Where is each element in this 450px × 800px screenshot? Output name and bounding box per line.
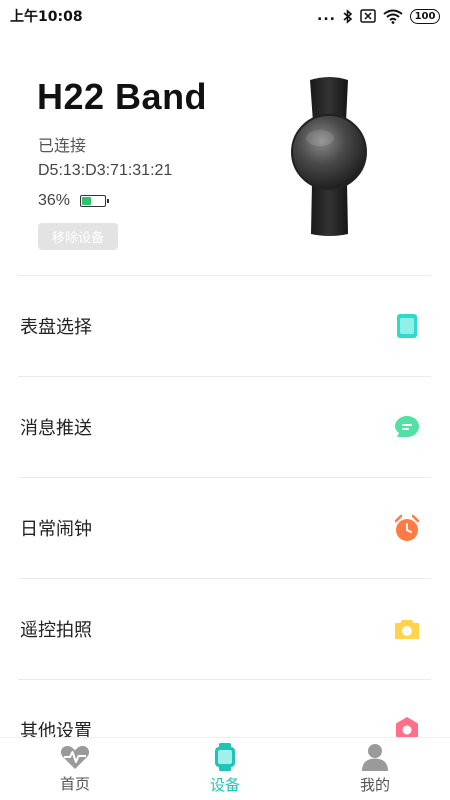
bluetooth-icon (343, 8, 353, 24)
settings-menu: 表盘选择 消息推送 日常闹钟 遥控拍照 其他设置 (18, 275, 431, 780)
camera-icon (393, 615, 421, 643)
battery-level-fill (82, 197, 91, 205)
band-device-image (291, 77, 367, 236)
menu-item-message-push[interactable]: 消息推送 (18, 376, 431, 477)
status-time: 上午10:08 (10, 9, 83, 25)
menu-item-label: 表盘选择 (20, 317, 92, 338)
device-header: H22 Band 已连接 D5:13:D3:71:31:21 36% 移除设备 (0, 32, 450, 275)
tab-mine[interactable]: 我的 (300, 738, 450, 800)
menu-item-label: 遥控拍照 (20, 620, 92, 641)
watch-icon (215, 743, 235, 771)
tab-device[interactable]: 设备 (150, 738, 300, 800)
bottom-tab-bar: 首页 设备 我的 (0, 737, 450, 800)
wifi-icon (383, 9, 403, 24)
tab-label: 我的 (359, 776, 390, 794)
battery-icon (80, 195, 110, 207)
menu-item-remote-camera[interactable]: 遥控拍照 (18, 578, 431, 679)
device-battery: 36% (38, 192, 110, 210)
device-name: H22 Band (37, 76, 208, 117)
tab-home[interactable]: 首页 (0, 738, 150, 800)
battery-percent: 36% (38, 192, 71, 209)
device-page: 上午10:08 ... 100 H22 Band 已连接 D5:13:D3:71… (0, 0, 450, 800)
battery-indicator: 100 (410, 8, 440, 24)
menu-item-alarm[interactable]: 日常闹钟 (18, 477, 431, 578)
alarm-clock-icon (393, 514, 421, 542)
no-sim-icon (360, 9, 376, 23)
status-icons: ... 100 (317, 8, 440, 24)
person-icon (362, 744, 388, 771)
menu-item-label: 消息推送 (20, 418, 92, 439)
watch-face-icon (393, 312, 421, 340)
message-icon (393, 413, 421, 441)
menu-item-label: 日常闹钟 (20, 519, 92, 540)
remove-device-button[interactable]: 移除设备 (38, 223, 118, 250)
device-mac-address: D5:13:D3:71:31:21 (38, 162, 173, 179)
menu-item-watch-face[interactable]: 表盘选择 (18, 275, 431, 376)
connection-status: 已连接 (38, 136, 87, 155)
status-bar: 上午10:08 ... 100 (0, 0, 450, 32)
tab-label: 设备 (209, 776, 240, 794)
more-dots-icon: ... (317, 8, 336, 24)
tab-label: 首页 (59, 775, 90, 793)
heart-rate-icon (60, 746, 90, 769)
